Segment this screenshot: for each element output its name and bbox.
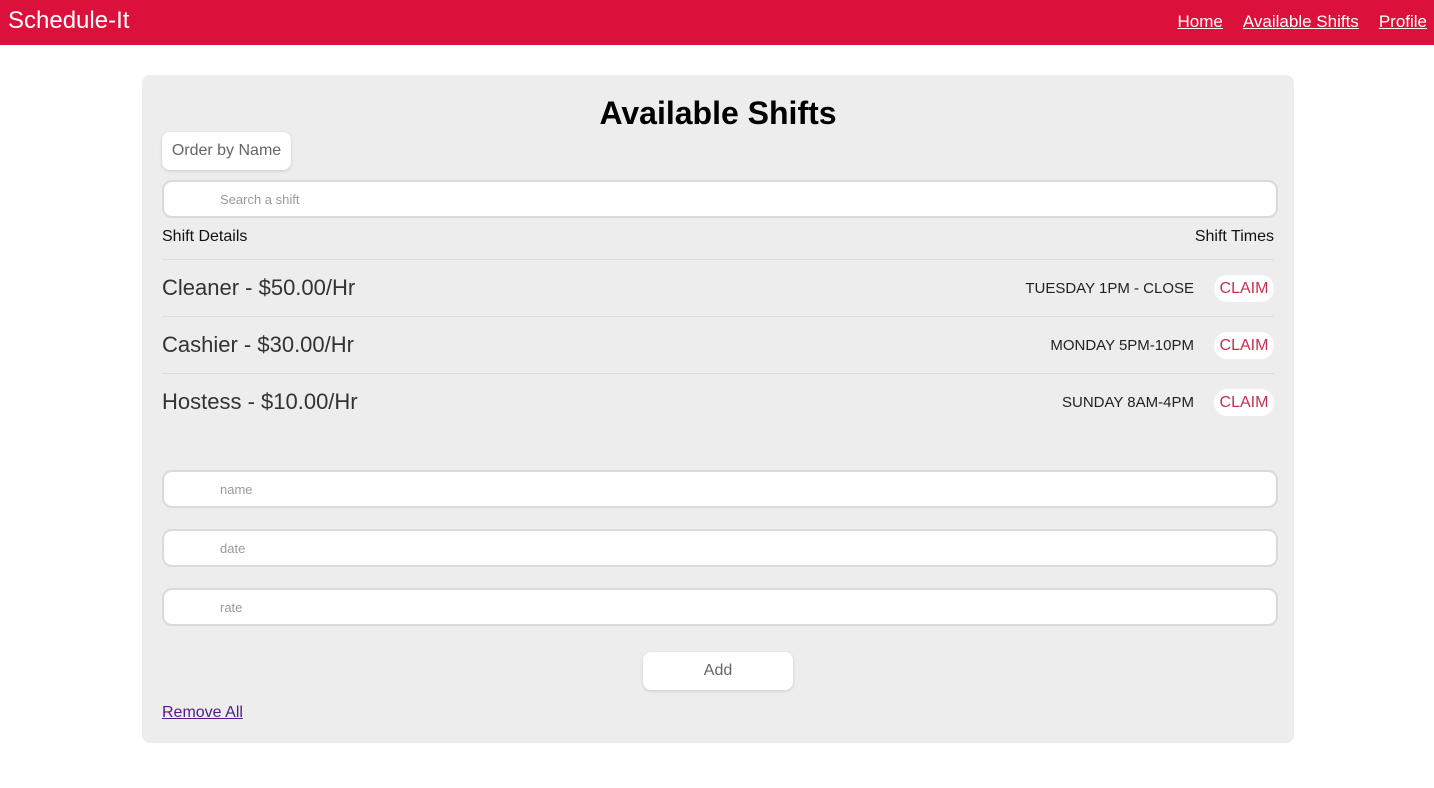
shift-row: Cashier - $30.00/Hr MONDAY 5PM-10PM CLAI… [162, 316, 1274, 373]
search-input[interactable] [162, 180, 1278, 218]
name-input[interactable] [162, 470, 1278, 508]
shifts-panel: Available Shifts Order by Name Shift Det… [142, 75, 1294, 743]
brand-title: Schedule-It [8, 7, 130, 34]
claim-button[interactable]: CLAIM [1214, 275, 1274, 302]
date-input[interactable] [162, 529, 1278, 567]
shift-time: TUESDAY 1PM - CLOSE [1025, 280, 1194, 297]
remove-all-link[interactable]: Remove All [162, 704, 243, 722]
shift-detail: Cleaner - $50.00/Hr [162, 275, 356, 300]
top-navbar: Schedule-It Home Available Shifts Profil… [0, 0, 1434, 45]
add-button[interactable]: Add [643, 652, 793, 690]
rate-input[interactable] [162, 588, 1278, 626]
shift-times-header: Shift Times [1194, 228, 1274, 245]
shift-detail: Hostess - $10.00/Hr [162, 389, 358, 414]
page-title: Available Shifts [599, 95, 837, 131]
shift-detail: Cashier - $30.00/Hr [162, 332, 354, 357]
nav-link-profile[interactable]: Profile [1379, 12, 1427, 32]
order-by-name-button[interactable]: Order by Name [162, 132, 291, 170]
claim-button[interactable]: CLAIM [1214, 332, 1274, 359]
nav-link-available-shifts[interactable]: Available Shifts [1243, 12, 1359, 32]
shift-details-header: Shift Details [162, 228, 248, 245]
shift-row: Hostess - $10.00/Hr SUNDAY 8AM-4PM CLAIM [162, 373, 1274, 430]
shift-time: SUNDAY 8AM-4PM [1062, 394, 1194, 411]
claim-button[interactable]: CLAIM [1214, 389, 1274, 416]
shift-row: Cleaner - $50.00/Hr TUESDAY 1PM - CLOSE … [162, 259, 1274, 316]
shift-time: MONDAY 5PM-10PM [1050, 337, 1194, 354]
nav-link-home[interactable]: Home [1178, 12, 1223, 32]
nav-links: Home Available Shifts Profile [1178, 12, 1427, 32]
